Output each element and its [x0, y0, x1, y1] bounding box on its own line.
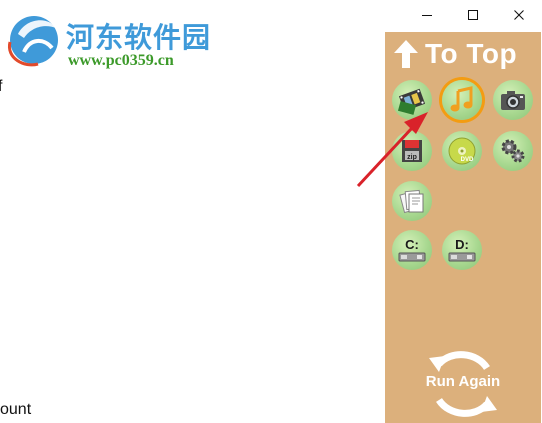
zip-tile-label: zip: [407, 154, 417, 161]
app-window: 河东软件园 www.pc0359.cn f ount To Top zip DV…: [0, 0, 542, 423]
documents-tile[interactable]: [392, 181, 432, 221]
drive-c-label: C:: [405, 237, 419, 252]
camera-icon: [501, 91, 525, 110]
dvd-tile-label: DVD: [461, 157, 474, 163]
maximize-icon: [468, 10, 478, 20]
documents-icon: [399, 189, 424, 214]
drive-d-tile[interactable]: D:: [442, 230, 482, 270]
settings-tile[interactable]: [493, 131, 533, 171]
arrow-up-icon: [394, 40, 418, 68]
background-text-fragment: ount: [0, 401, 32, 418]
window-controls: [382, 0, 542, 30]
music-note-icon: [450, 86, 473, 112]
watermark-site-url: www.pc0359.cn: [68, 52, 174, 69]
dvd-tile[interactable]: DVD: [442, 131, 482, 171]
music-tile[interactable]: [442, 80, 482, 120]
camera-tile[interactable]: [493, 80, 533, 120]
zip-archive-tile[interactable]: zip: [392, 131, 432, 171]
background-text-fragment: f: [0, 78, 3, 95]
to-top-label: To Top: [425, 38, 518, 69]
site-watermark: 河东软件园 www.pc0359.cn: [4, 8, 234, 70]
drive-d-icon: D:: [448, 237, 476, 262]
watermark-logo-icon: [7, 16, 58, 67]
film-tile[interactable]: [392, 80, 432, 120]
gears-icon: [501, 139, 525, 163]
minimize-button[interactable]: [404, 0, 450, 30]
maximize-button[interactable]: [450, 0, 496, 30]
drive-c-tile[interactable]: C:: [392, 230, 432, 270]
dvd-disc-icon: DVD: [448, 137, 476, 165]
minimize-icon: [422, 15, 432, 16]
zip-archive-icon: zip: [402, 140, 422, 162]
film-icon: [397, 88, 426, 115]
close-icon: [514, 10, 524, 20]
close-button[interactable]: [496, 0, 542, 30]
drive-d-label: D:: [455, 237, 469, 252]
quick-launch-panel: To Top zip DVD C: D: Run Again: [385, 32, 541, 423]
drive-c-icon: C:: [398, 237, 426, 262]
watermark-site-name: 河东软件园: [66, 21, 212, 54]
run-again-label: Run Again: [425, 373, 501, 390]
run-again-button[interactable]: Run Again: [413, 344, 513, 422]
to-top-button[interactable]: To Top: [393, 36, 517, 72]
